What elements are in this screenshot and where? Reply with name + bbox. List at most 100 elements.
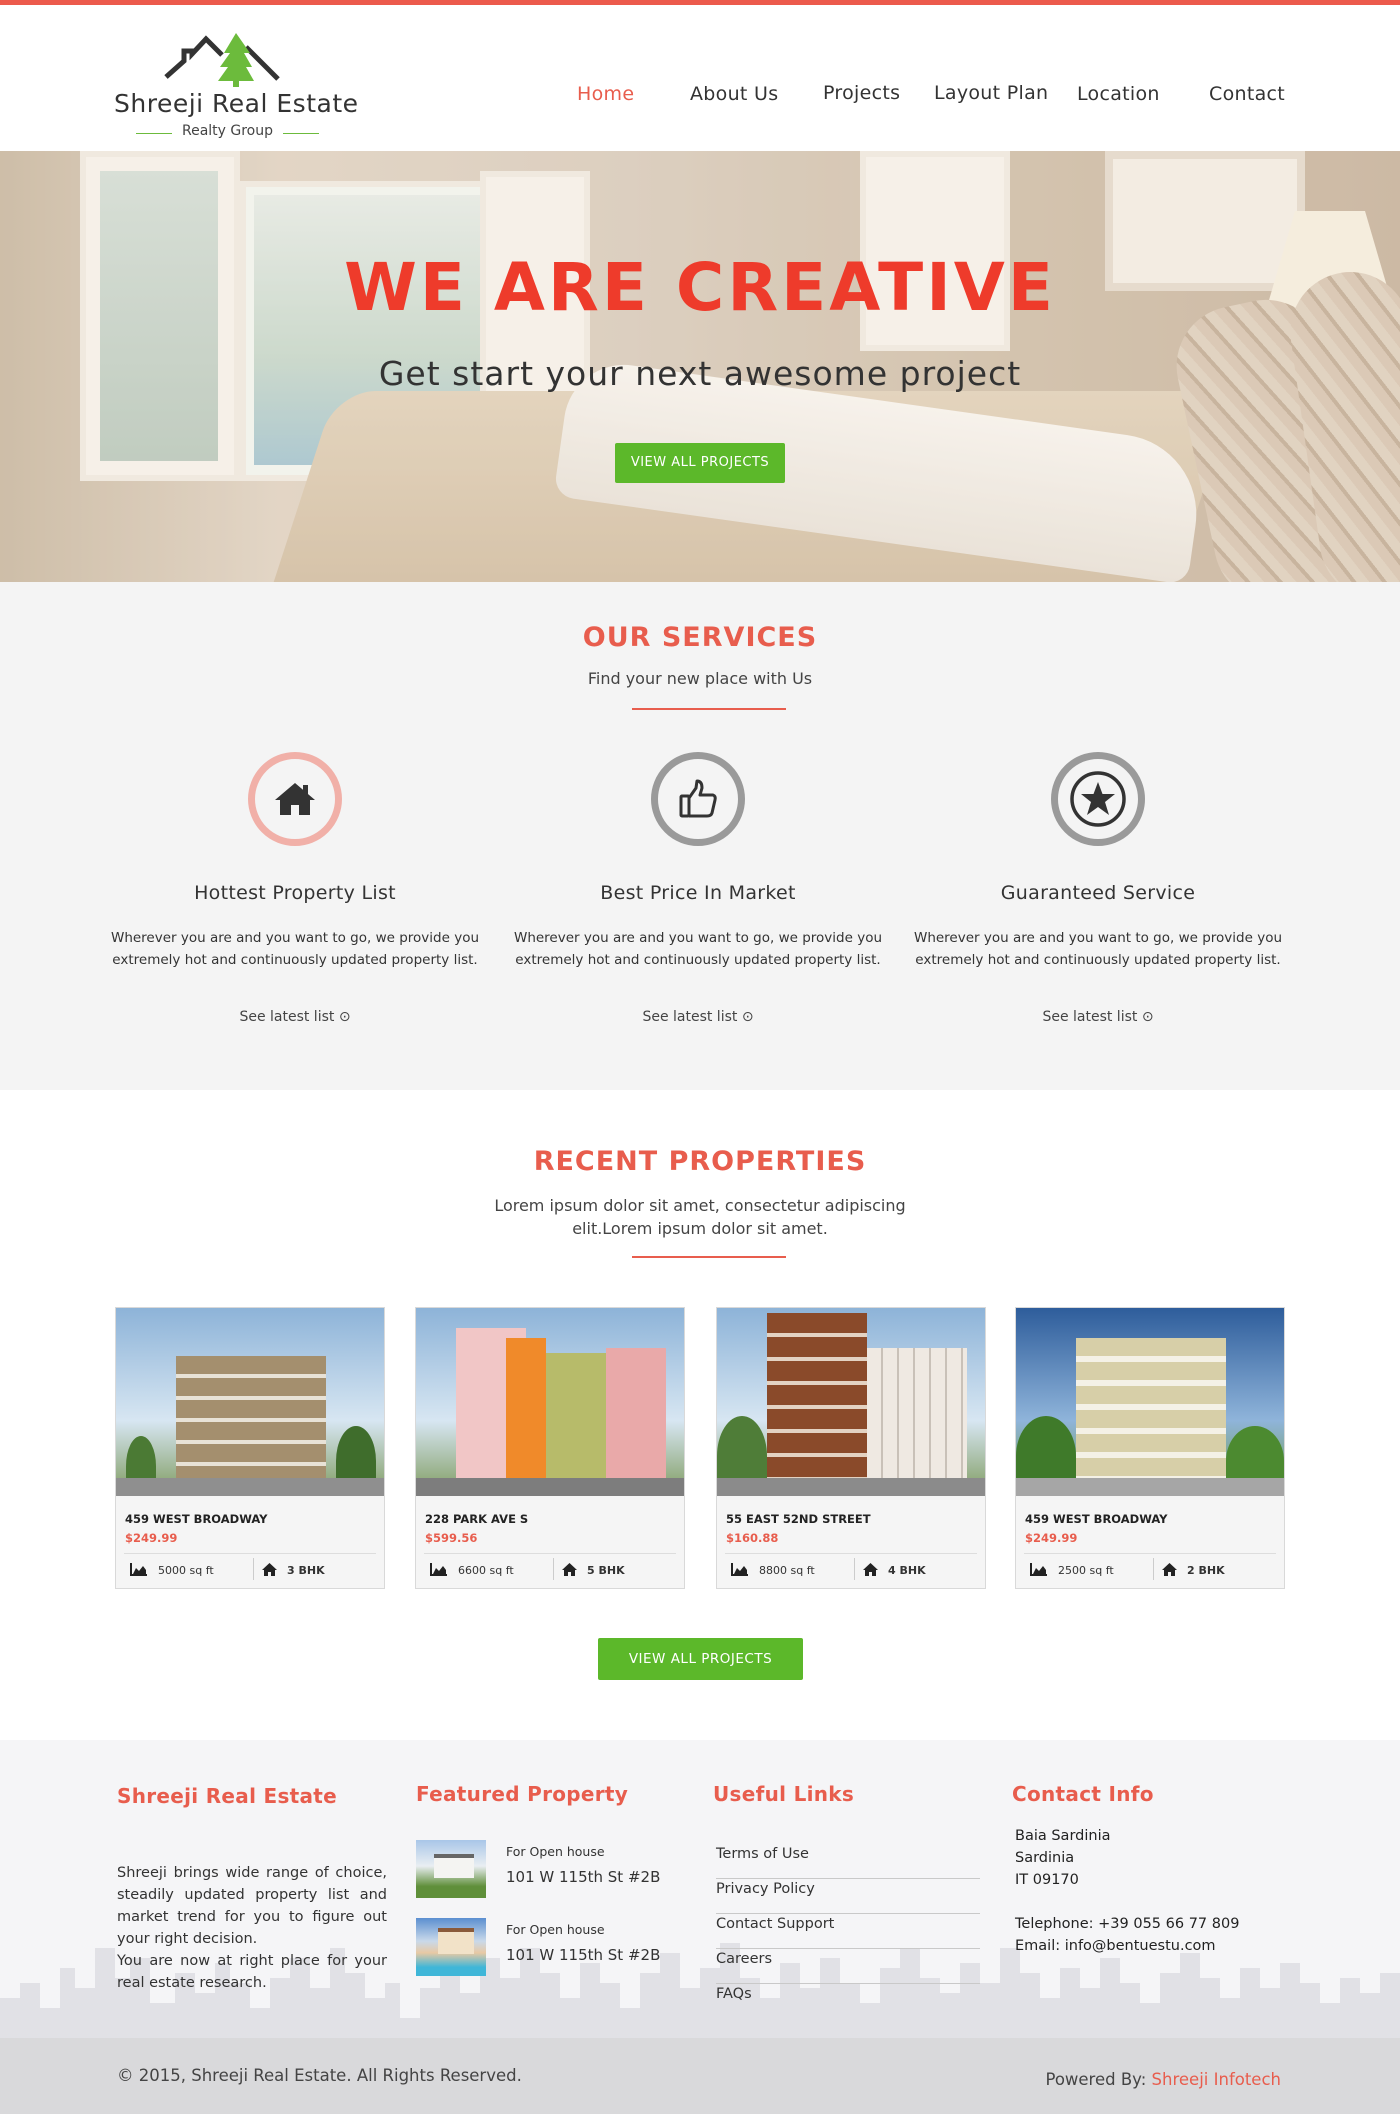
footer-contact-title: Contact Info xyxy=(1012,1782,1154,1806)
arrow-circle-icon: ⊙ xyxy=(338,1009,351,1025)
nav-home[interactable]: Home xyxy=(577,83,634,105)
view-all-projects-button[interactable]: VIEW ALL PROJECTS xyxy=(598,1638,803,1680)
property-bhk: 4 BHK xyxy=(888,1564,926,1577)
property-photo xyxy=(717,1308,985,1496)
footer-link-careers[interactable]: Careers xyxy=(716,1949,980,1984)
home-icon xyxy=(275,783,315,815)
service-title: Best Price In Market xyxy=(600,882,796,904)
home-icon xyxy=(1162,1563,1177,1576)
arrow-circle-icon: ⊙ xyxy=(1141,1009,1154,1025)
contact-address-line: IT 09170 xyxy=(1015,1872,1079,1888)
see-latest-list-link[interactable]: See latest list ⊙ xyxy=(508,1009,888,1025)
service-best-price: Best Price In Market Wherever you are an… xyxy=(508,752,888,1052)
area-chart-icon xyxy=(1030,1563,1047,1576)
footer-link-faqs[interactable]: FAQs xyxy=(716,1984,980,2019)
hero-title: WE ARE CREATIVE xyxy=(344,249,1056,326)
star-circle-icon xyxy=(1070,771,1126,827)
see-latest-list-link[interactable]: See latest list ⊙ xyxy=(908,1009,1288,1025)
brand-name: Shreeji Real Estate xyxy=(114,89,359,118)
logo[interactable]: Shreeji Real Estate Realty Group xyxy=(110,27,360,147)
footer-about-title: Shreeji Real Estate xyxy=(117,1784,338,1808)
service-icon-ring xyxy=(1051,752,1145,846)
see-latest-list-link[interactable]: See latest list ⊙ xyxy=(105,1009,485,1025)
brand-tagline: Realty Group xyxy=(110,123,345,139)
recent-properties-section: RECENT PROPERTIES Lorem ipsum dolor sit … xyxy=(0,1090,1400,1740)
footer-featured-title: Featured Property xyxy=(416,1782,629,1806)
area-chart-icon xyxy=(130,1563,147,1576)
hero-banner: WE ARE CREATIVE Get start your next awes… xyxy=(0,151,1400,582)
arrow-circle-icon: ⊙ xyxy=(741,1009,754,1025)
area-chart-icon xyxy=(731,1563,748,1576)
featured-property-thumb xyxy=(416,1918,486,1976)
site-header: Shreeji Real Estate Realty Group Home Ab… xyxy=(0,5,1400,151)
property-bhk: 5 BHK xyxy=(587,1564,625,1577)
property-price: $599.56 xyxy=(425,1531,478,1545)
recent-title: RECENT PROPERTIES xyxy=(533,1146,867,1177)
property-price: $249.99 xyxy=(1025,1531,1078,1545)
property-card[interactable]: 228 PARK AVE S $599.56 6600 sq ft 5 BHK xyxy=(415,1307,685,1589)
property-photo xyxy=(116,1308,384,1496)
footer-contact-info: Contact Info Baia Sardinia Sardinia IT 0… xyxy=(1012,1782,1292,1954)
property-bhk: 2 BHK xyxy=(1187,1564,1225,1577)
contact-address-line: Sardinia xyxy=(1015,1850,1075,1866)
nav-projects[interactable]: Projects xyxy=(823,82,900,104)
property-area: 5000 sq ft xyxy=(158,1564,214,1577)
property-price: $249.99 xyxy=(125,1531,178,1545)
featured-property-address: 101 W 115th St #2B xyxy=(506,1946,661,1964)
recent-subtitle-line1: Lorem ipsum dolor sit amet, consectetur … xyxy=(494,1196,906,1215)
property-photo xyxy=(416,1308,684,1496)
services-subtitle: Find your new place with Us xyxy=(587,669,813,688)
property-card[interactable]: 55 EAST 52ND STREET $160.88 8800 sq ft 4… xyxy=(716,1307,986,1589)
property-photo xyxy=(1016,1308,1284,1496)
nav-about-us[interactable]: About Us xyxy=(690,83,778,105)
footer-about-text: Shreeji brings wide range of choice, ste… xyxy=(117,1865,387,1947)
footer-links-title: Useful Links xyxy=(713,1782,855,1806)
nav-location[interactable]: Location xyxy=(1077,83,1160,105)
property-price: $160.88 xyxy=(726,1531,779,1545)
thumbs-up-icon xyxy=(679,779,717,818)
powered-by-link[interactable]: Shreeji Infotech xyxy=(1152,2070,1281,2089)
featured-property-thumb xyxy=(416,1840,486,1898)
nav-layout-plan[interactable]: Layout Plan xyxy=(934,82,1048,104)
service-text: Wherever you are and you want to go, we … xyxy=(513,930,883,968)
service-text: Wherever you are and you want to go, we … xyxy=(913,930,1283,968)
footer-useful-links: Useful Links Terms of Use Privacy Policy… xyxy=(713,1782,983,2002)
service-hottest-property: Hottest Property List Wherever you are a… xyxy=(105,752,485,1052)
featured-property-item[interactable]: For Open house 101 W 115th St #2B xyxy=(416,1840,676,1900)
property-address: 228 PARK AVE S xyxy=(425,1512,529,1526)
footer-link-privacy[interactable]: Privacy Policy xyxy=(716,1879,980,1914)
featured-property-item[interactable]: For Open house 101 W 115th St #2B xyxy=(416,1918,676,1978)
nav-contact[interactable]: Contact xyxy=(1209,83,1285,105)
footer-about: Shreeji Real Estate Shreeji brings wide … xyxy=(117,1782,392,1991)
footer-featured: Featured Property For Open house 101 W 1… xyxy=(416,1782,686,1976)
house-tree-logo-icon xyxy=(164,33,280,87)
footer-link-terms[interactable]: Terms of Use xyxy=(716,1844,980,1879)
recent-subtitle-line2: elit.Lorem ipsum dolor sit amet. xyxy=(572,1219,828,1238)
property-meta: 2500 sq ft 2 BHK xyxy=(1024,1553,1276,1583)
property-card[interactable]: 459 WEST BROADWAY $249.99 2500 sq ft 2 B… xyxy=(1015,1307,1285,1589)
hero-view-all-projects-button[interactable]: VIEW ALL PROJECTS xyxy=(615,443,785,483)
property-meta: 5000 sq ft 3 BHK xyxy=(124,1553,376,1583)
services-title: OUR SERVICES xyxy=(582,622,818,653)
property-address: 55 EAST 52ND STREET xyxy=(726,1512,871,1526)
property-bhk: 3 BHK xyxy=(287,1564,325,1577)
home-icon xyxy=(863,1563,878,1576)
featured-property-label: For Open house xyxy=(506,1922,605,1937)
service-icon-ring xyxy=(248,752,342,846)
property-area: 6600 sq ft xyxy=(458,1564,514,1577)
service-text: Wherever you are and you want to go, we … xyxy=(110,930,480,968)
featured-property-label: For Open house xyxy=(506,1844,605,1859)
recent-divider xyxy=(632,1256,786,1258)
home-icon xyxy=(562,1563,577,1576)
contact-email[interactable]: Email: info@bentuestu.com xyxy=(1015,1935,1216,1957)
powered-by: Powered By: Shreeji Infotech xyxy=(1045,2070,1281,2089)
property-address: 459 WEST BROADWAY xyxy=(1025,1512,1168,1526)
footer-link-contact-support[interactable]: Contact Support xyxy=(716,1914,980,1949)
service-title: Hottest Property List xyxy=(194,882,396,904)
site-footer: Shreeji Real Estate Shreeji brings wide … xyxy=(0,1740,1400,2038)
property-card[interactable]: 459 WEST BROADWAY $249.99 5000 sq ft 3 B… xyxy=(115,1307,385,1589)
service-guaranteed: Guaranteed Service Wherever you are and … xyxy=(908,752,1288,1052)
copyright-bar: © 2015, Shreeji Real Estate. All Rights … xyxy=(0,2038,1400,2114)
property-address: 459 WEST BROADWAY xyxy=(125,1512,268,1526)
contact-phone: Telephone: +39 055 66 77 809 xyxy=(1015,1916,1240,1932)
